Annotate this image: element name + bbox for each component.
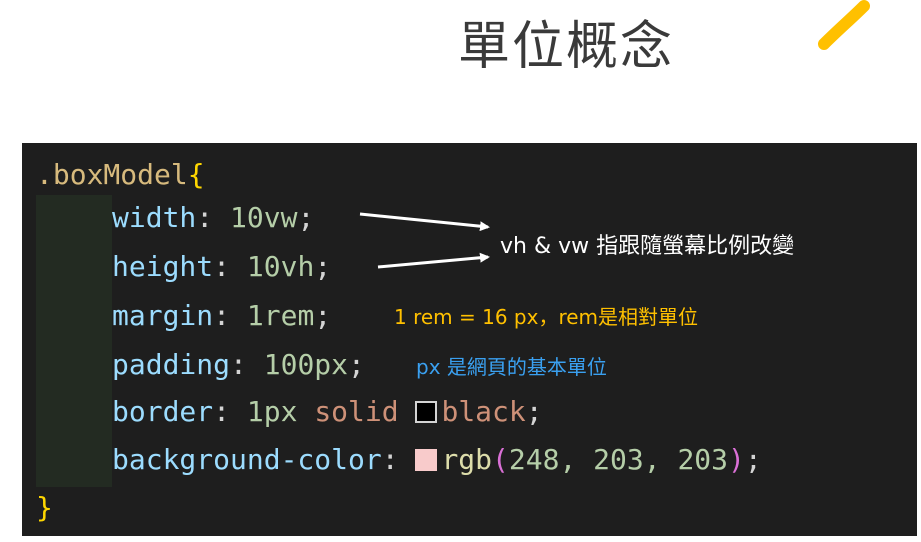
px-unit-note: px 是網頁的基本單位: [416, 355, 607, 379]
rem-unit-note: 1 rem = 16 px，rem是相對單位: [394, 305, 699, 329]
arrow-from-width: [359, 212, 490, 232]
decorative-accent-stroke: [818, 0, 870, 50]
viewport-units-note: vh & vw 指跟隨螢幕比例改變: [500, 234, 795, 259]
code-editor-panel: .boxModel{ width: 10vw; height: 10vh; ma…: [22, 143, 917, 536]
arrow-from-height: [377, 252, 490, 269]
slide-title: 單位概念: [458, 17, 675, 77]
annotation-arrows: [359, 212, 490, 269]
